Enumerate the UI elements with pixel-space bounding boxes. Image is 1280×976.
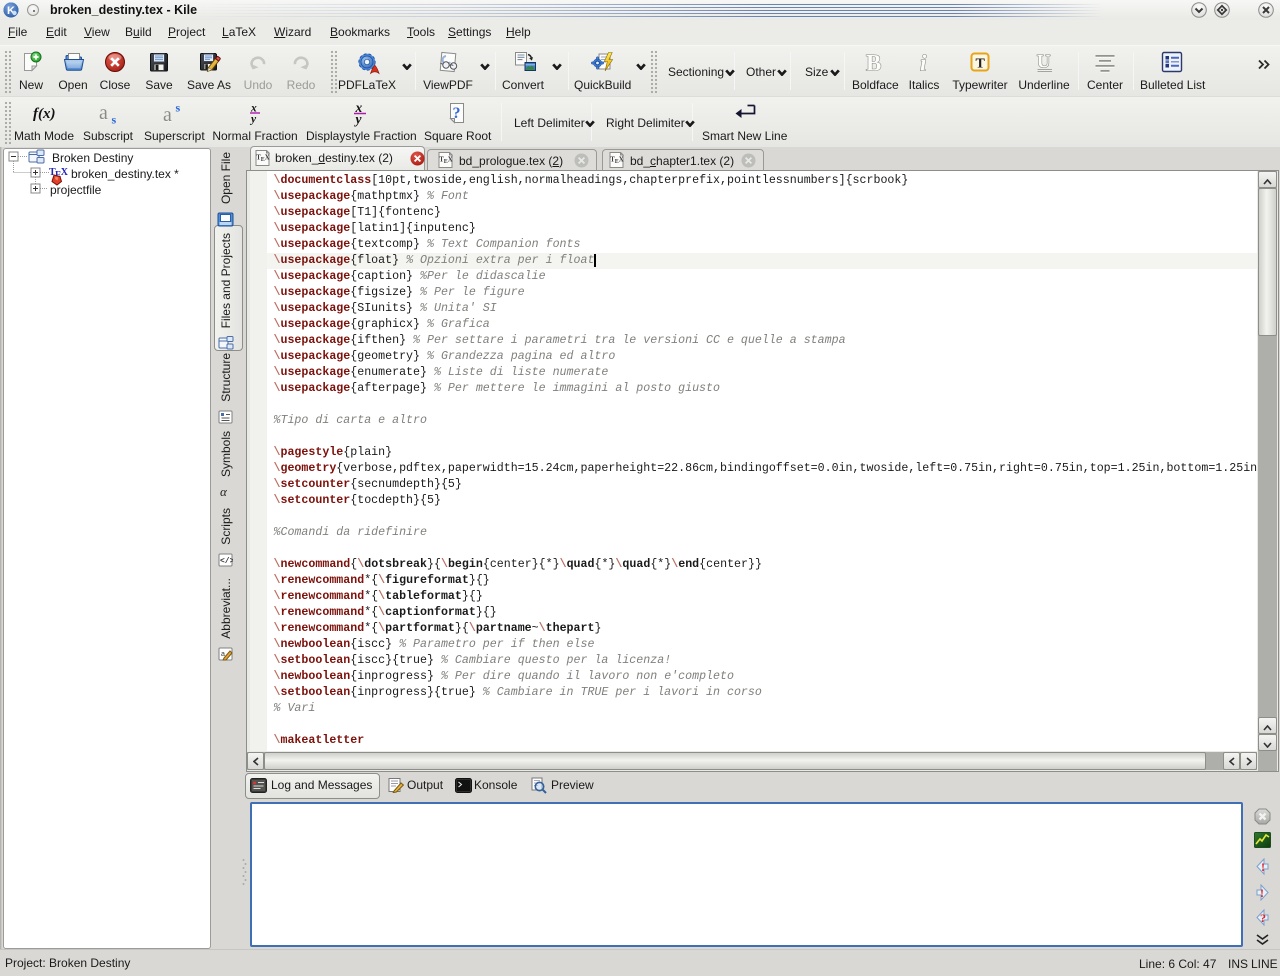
svg-text:i: i <box>920 51 927 75</box>
svg-text:</>: </> <box>220 557 233 566</box>
svg-text:y: y <box>249 114 257 126</box>
svg-text:T: T <box>976 57 986 72</box>
svg-text:α: α <box>220 485 228 498</box>
svg-text:s: s <box>112 113 117 125</box>
svg-text:?: ? <box>1260 911 1266 925</box>
svg-text:y: y <box>354 112 363 127</box>
svg-text:!: ! <box>1260 886 1264 900</box>
svg-text:f(x): f(x) <box>33 106 56 122</box>
svg-text:?: ? <box>453 105 461 122</box>
svg-text:a: a <box>163 104 172 124</box>
svg-text:B: B <box>866 51 881 75</box>
svg-text:a: a <box>99 102 108 124</box>
svg-text:s: s <box>176 102 181 115</box>
svg-text:!: ! <box>1261 860 1265 874</box>
